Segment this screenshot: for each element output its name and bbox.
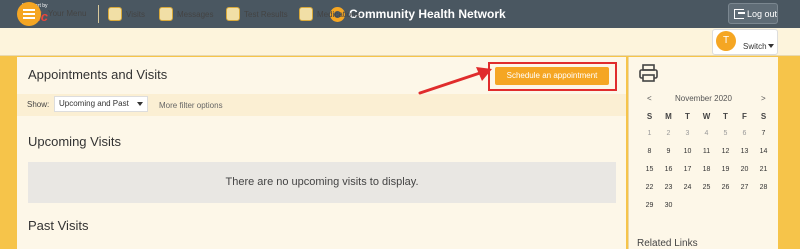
calendar-day[interactable]: 13 <box>735 148 754 166</box>
calendar-day-header: F <box>742 112 747 121</box>
calendar-day[interactable]: 12 <box>716 148 735 166</box>
calendar-day-header: W <box>702 112 711 121</box>
calendar-month: November 2020 <box>675 94 732 103</box>
calendar-day[interactable]: 15 <box>640 166 659 184</box>
related-links-heading: Related Links <box>637 238 698 249</box>
past-visits-heading: Past Visits <box>28 218 89 233</box>
nav-bar <box>0 28 800 56</box>
calendar-day[interactable]: 30 <box>659 202 678 220</box>
test-results-icon <box>226 7 240 21</box>
logout-label: Log out <box>746 8 777 19</box>
visits-icon <box>108 7 122 21</box>
calendar-day[interactable]: 8 <box>640 148 659 166</box>
calendar-day[interactable]: 2 <box>659 130 678 148</box>
nav-item-label: Visits <box>126 9 145 19</box>
nav-item-label: Messages <box>177 9 214 19</box>
calendar-day <box>697 202 716 220</box>
calendar-day[interactable]: 10 <box>678 148 697 166</box>
calendar-header: < November 2020 > <box>640 94 770 106</box>
calendar-day[interactable]: 7 <box>754 130 773 148</box>
calendar-day[interactable]: 16 <box>659 166 678 184</box>
calendar-day <box>678 202 697 220</box>
chevron-down-icon <box>137 102 143 106</box>
annotation-arrow-icon <box>418 67 492 95</box>
calendar-day-header: M <box>665 112 672 121</box>
nav-item-visits[interactable]: Visits <box>108 5 145 23</box>
calendar-day[interactable]: 27 <box>735 184 754 202</box>
switch-label[interactable]: Switch <box>743 42 767 51</box>
calendar-day[interactable]: 14 <box>754 148 773 166</box>
calendar-day[interactable]: 5 <box>716 130 735 148</box>
calendar-day[interactable]: 17 <box>678 166 697 184</box>
calendar-day <box>716 202 735 220</box>
calendar-day[interactable]: 3 <box>678 130 697 148</box>
calendar-day[interactable]: 20 <box>735 166 754 184</box>
calendar-day[interactable]: 1 <box>640 130 659 148</box>
nav-item-label: Medications <box>317 9 360 19</box>
show-filter-value: Upcoming and Past <box>59 99 129 108</box>
calendar-day[interactable]: 23 <box>659 184 678 202</box>
calendar-day-header: T <box>723 112 728 121</box>
calendar-day[interactable]: 25 <box>697 184 716 202</box>
show-filter-select[interactable]: Upcoming and Past <box>54 96 148 112</box>
calendar-day[interactable]: 18 <box>697 166 716 184</box>
your-menu-link[interactable]: Your Menu <box>48 9 86 18</box>
show-label: Show: <box>27 100 50 109</box>
calendar-day-header: T <box>685 112 690 121</box>
calendar-day[interactable]: 22 <box>640 184 659 202</box>
brand-name: Community Health Network <box>349 7 506 21</box>
calendar-day[interactable]: 6 <box>735 130 754 148</box>
calendar-day-header: S <box>760 112 767 121</box>
more-filter-options-link[interactable]: More filter options <box>159 101 223 110</box>
nav-item-messages[interactable]: Messages <box>159 5 213 23</box>
menu-icon[interactable] <box>17 2 41 26</box>
calendar-day <box>735 202 754 220</box>
no-upcoming-visits-message: There are no upcoming visits to display. <box>28 162 616 203</box>
schedule-appointment-button[interactable]: Schedule an appointment <box>495 67 609 85</box>
nav-divider <box>98 5 99 23</box>
calendar-day[interactable]: 11 <box>697 148 716 166</box>
chevron-down-icon[interactable] <box>768 44 774 48</box>
calendar-day <box>754 202 773 220</box>
calendar-day[interactable]: 24 <box>678 184 697 202</box>
calendar-day[interactable]: 26 <box>716 184 735 202</box>
logout-button[interactable]: Log out <box>728 3 778 24</box>
page-title: Appointments and Visits <box>28 67 168 82</box>
calendar-prev-button[interactable]: < <box>647 94 652 103</box>
calendar-day[interactable]: 9 <box>659 148 678 166</box>
medications-icon <box>299 7 313 21</box>
calendar-day[interactable]: 29 <box>640 202 659 220</box>
nav-item-medications[interactable]: Medications <box>299 5 360 23</box>
nav-item-test-results[interactable]: Test Results <box>226 5 288 23</box>
calendar-next-button[interactable]: > <box>761 94 766 103</box>
calendar-day-header: S <box>646 112 653 121</box>
messages-icon <box>159 7 173 21</box>
logout-icon <box>734 8 745 19</box>
calendar-day[interactable]: 4 <box>697 130 716 148</box>
calendar-grid: S M T W T F S 1 2 3 4 5 6 7 8 9 10 11 12 13 14 15 16 17 18 19 20 21… <box>640 112 773 220</box>
nav-item-label: Test Results <box>244 9 288 19</box>
calendar-day[interactable]: 19 <box>716 166 735 184</box>
calendar-day[interactable]: 28 <box>754 184 773 202</box>
printer-icon[interactable] <box>639 64 658 82</box>
calendar-day[interactable]: 21 <box>754 166 773 184</box>
upcoming-visits-heading: Upcoming Visits <box>28 134 121 149</box>
avatar[interactable]: T <box>716 31 736 51</box>
